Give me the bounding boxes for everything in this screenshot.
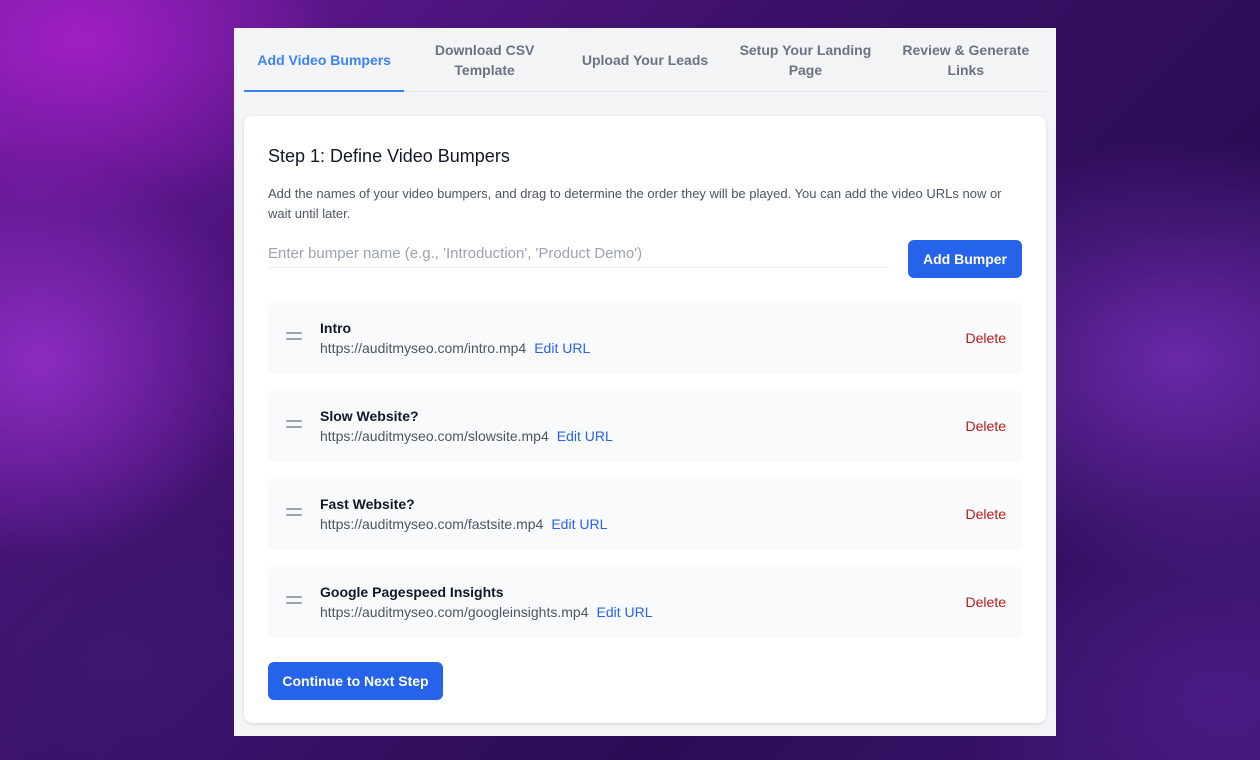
drag-handle-icon[interactable] — [286, 420, 302, 432]
bumper-name: Fast Website? — [320, 496, 415, 512]
wizard-tabs: Add Video Bumpers Download CSV Template … — [244, 28, 1046, 92]
bumper-url-row: https://auditmyseo.com/intro.mp4 Edit URL — [320, 340, 590, 356]
tab-setup-landing-page[interactable]: Setup Your Landing Page — [725, 28, 885, 91]
continue-next-step-button[interactable]: Continue to Next Step — [268, 662, 443, 700]
step-description: Add the names of your video bumpers, and… — [268, 186, 1002, 221]
wizard-panel: Add Video Bumpers Download CSV Template … — [234, 28, 1056, 736]
delete-bumper-button[interactable]: Delete — [966, 330, 1006, 346]
drag-handle-icon[interactable] — [286, 508, 302, 520]
delete-bumper-button[interactable]: Delete — [966, 506, 1006, 522]
edit-url-link[interactable]: Edit URL — [596, 604, 652, 620]
bumper-item[interactable]: Fast Website? https://auditmyseo.com/fas… — [268, 478, 1022, 550]
bumper-url-row: https://auditmyseo.com/googleinsights.mp… — [320, 604, 653, 620]
bumper-url: https://auditmyseo.com/googleinsights.mp… — [320, 604, 589, 620]
bumper-name: Intro — [320, 320, 352, 336]
bumper-url-row: https://auditmyseo.com/slowsite.mp4 Edit … — [320, 428, 613, 444]
edit-url-link[interactable]: Edit URL — [534, 340, 590, 356]
bumper-url: https://auditmyseo.com/slowsite.mp4 — [320, 428, 549, 444]
add-bumper-button[interactable]: Add Bumper — [908, 240, 1022, 278]
bumper-item[interactable]: Intro https://auditmyseo.com/intro.mp4 Ed… — [268, 302, 1022, 374]
bumper-name: Slow Website? — [320, 408, 419, 424]
tab-upload-your-leads[interactable]: Upload Your Leads — [565, 28, 725, 91]
bumper-list: Intro https://auditmyseo.com/intro.mp4 Ed… — [268, 302, 1022, 654]
bumper-name-input[interactable] — [268, 240, 890, 268]
bumper-url: https://auditmyseo.com/fastsite.mp4 — [320, 516, 544, 532]
tab-download-csv-template[interactable]: Download CSV Template — [404, 28, 564, 91]
edit-url-link[interactable]: Edit URL — [551, 516, 607, 532]
step-title: Step 1: Define Video Bumpers — [268, 146, 510, 166]
bumper-name: Google Pagespeed Insights — [320, 584, 504, 600]
tab-review-generate-links[interactable]: Review & Generate Links — [886, 28, 1046, 91]
bumper-url-row: https://auditmyseo.com/fastsite.mp4 Edit … — [320, 516, 607, 532]
tab-add-video-bumpers[interactable]: Add Video Bumpers — [244, 28, 405, 92]
delete-bumper-button[interactable]: Delete — [966, 594, 1006, 610]
delete-bumper-button[interactable]: Delete — [966, 418, 1006, 434]
bumper-item[interactable]: Slow Website? https://auditmyseo.com/slo… — [268, 390, 1022, 462]
edit-url-link[interactable]: Edit URL — [557, 428, 613, 444]
drag-handle-icon[interactable] — [286, 332, 302, 344]
drag-handle-icon[interactable] — [286, 596, 302, 608]
bumper-url: https://auditmyseo.com/intro.mp4 — [320, 340, 527, 356]
step-card: Step 1: Define Video Bumpers Add the nam… — [244, 116, 1046, 723]
bumper-item[interactable]: Google Pagespeed Insights https://auditm… — [268, 566, 1022, 638]
